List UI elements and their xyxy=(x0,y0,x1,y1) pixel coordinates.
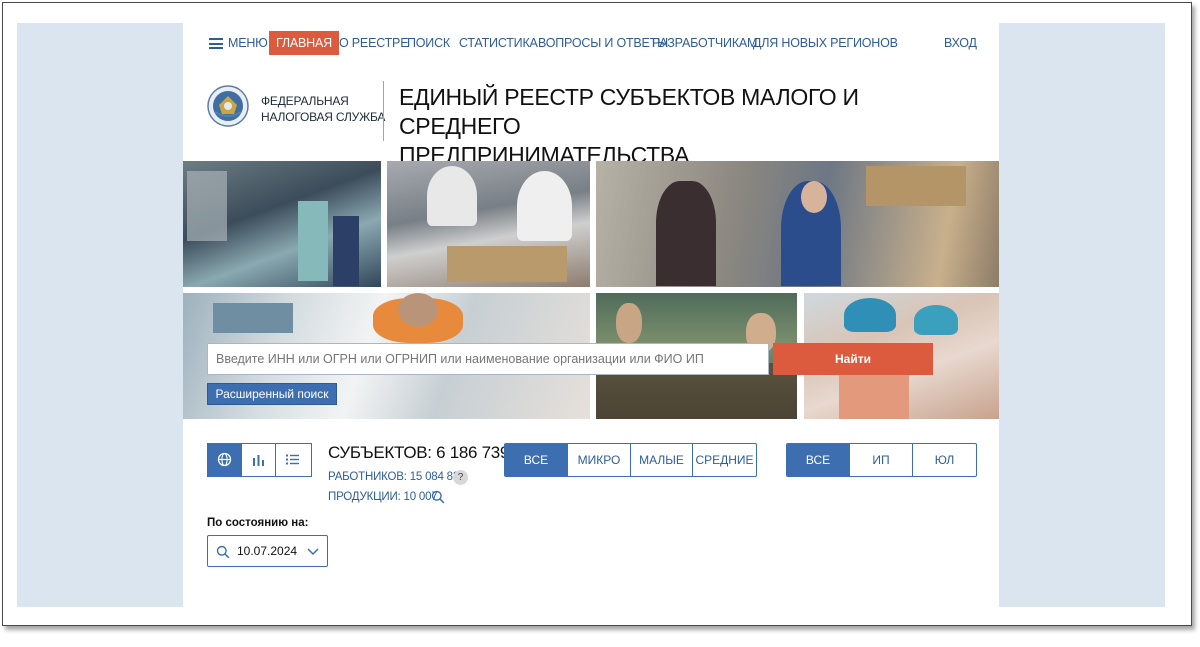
nav-search[interactable]: ПОИСК xyxy=(407,32,450,54)
fns-emblem-icon[interactable] xyxy=(207,85,249,127)
menu-icon[interactable] xyxy=(209,38,223,49)
page-title: ЕДИНЫЙ РЕЕСТР СУБЪЕКТОВ МАЛОГО И СРЕДНЕГ… xyxy=(399,84,859,168)
page-content: МЕНЮ ГЛАВНАЯ О РЕЕСТРЕ ПОИСК СТАТИСТИКА … xyxy=(183,23,999,607)
subjects-count: СУБЪЕКТОВ: 6 186 739 xyxy=(328,443,510,462)
nav-home[interactable]: ГЛАВНАЯ xyxy=(269,31,339,55)
hero-photo xyxy=(183,161,381,287)
size-filter-micro[interactable]: МИКРО xyxy=(568,444,631,476)
nav-about[interactable]: О РЕЕСТРЕ xyxy=(339,32,409,54)
header-divider xyxy=(383,81,384,141)
type-filter-ip[interactable]: ИП xyxy=(850,444,913,476)
search-icon[interactable] xyxy=(431,490,445,504)
screenshot-frame: МЕНЮ ГЛАВНАЯ О РЕЕСТРЕ ПОИСК СТАТИСТИКА … xyxy=(2,2,1192,626)
size-filter-small[interactable]: МАЛЫЕ xyxy=(631,444,693,476)
map-view-button[interactable] xyxy=(208,444,242,476)
advanced-search-button[interactable]: Расширенный поиск xyxy=(207,383,337,405)
nav-statistics[interactable]: СТАТИСТИКА xyxy=(459,32,538,54)
hero-photo xyxy=(387,161,590,287)
date-value: 10.07.2024 xyxy=(237,544,298,558)
org-name: ФЕДЕРАЛЬНАЯ НАЛОГОВАЯ СЛУЖБА xyxy=(261,94,386,124)
workers-count[interactable]: РАБОТНИКОВ: 15 084 836 xyxy=(328,471,465,483)
chart-view-button[interactable] xyxy=(242,444,276,476)
nav-faq[interactable]: ВОПРОСЫ И ОТВЕТЫ xyxy=(538,32,668,54)
page-background-left xyxy=(17,23,183,607)
date-select[interactable]: 10.07.2024 xyxy=(207,535,328,567)
view-mode-switch xyxy=(207,443,312,477)
list-view-button[interactable] xyxy=(276,444,310,476)
top-nav: МЕНЮ ГЛАВНАЯ О РЕЕСТРЕ ПОИСК СТАТИСТИКА … xyxy=(183,29,999,57)
nav-menu[interactable]: МЕНЮ xyxy=(228,32,268,54)
size-filter-medium[interactable]: СРЕДНИЕ xyxy=(693,444,756,476)
hero-banner: Найти Расширенный поиск xyxy=(183,161,999,419)
nav-developers[interactable]: РАЗРАБОТЧИКАМ xyxy=(652,32,757,54)
site-header: ФЕДЕРАЛЬНАЯ НАЛОГОВАЯ СЛУЖБА ЕДИНЫЙ РЕЕС… xyxy=(183,79,999,168)
search-button[interactable]: Найти xyxy=(773,343,933,375)
search-input[interactable] xyxy=(207,343,769,375)
size-filter: ВСЕ МИКРО МАЛЫЕ СРЕДНИЕ xyxy=(504,443,757,477)
list-icon xyxy=(286,454,299,465)
nav-new-regions[interactable]: ДЛЯ НОВЫХ РЕГИОНОВ xyxy=(753,32,898,54)
type-filter: ВСЕ ИП ЮЛ xyxy=(786,443,977,477)
date-label: По состоянию на: xyxy=(207,517,309,529)
products-count[interactable]: ПРОДУКЦИИ: 10 007 xyxy=(328,491,438,503)
nav-login[interactable]: ВХОД xyxy=(944,32,977,54)
type-filter-ul[interactable]: ЮЛ xyxy=(913,444,976,476)
chevron-down-icon xyxy=(307,548,319,556)
globe-icon xyxy=(217,452,232,467)
help-icon[interactable]: ? xyxy=(453,470,468,485)
bar-chart-icon xyxy=(253,455,264,466)
size-filter-all[interactable]: ВСЕ xyxy=(505,444,568,476)
type-filter-all[interactable]: ВСЕ xyxy=(787,444,850,476)
hero-photo xyxy=(596,161,999,287)
page-background-right xyxy=(999,23,1165,607)
search-icon xyxy=(216,545,230,559)
